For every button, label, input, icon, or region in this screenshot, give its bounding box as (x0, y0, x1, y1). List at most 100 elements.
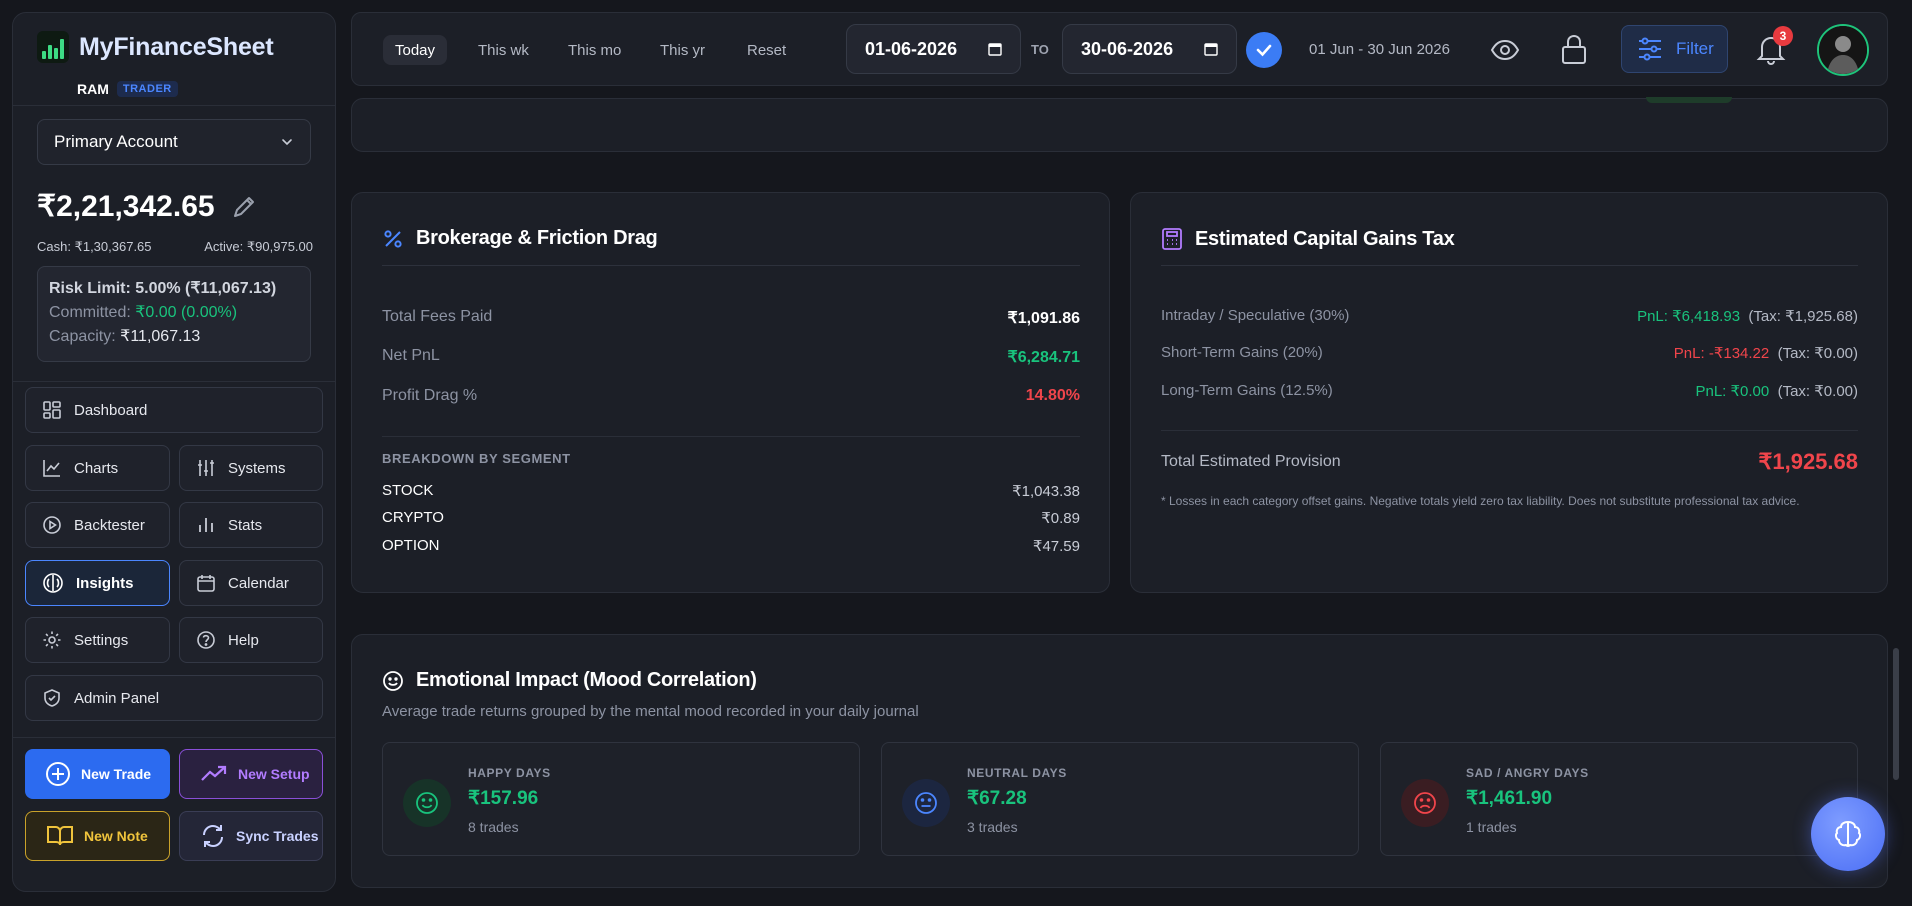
breakdown-title: BREAKDOWN BY SEGMENT (382, 451, 571, 466)
new-trade-button[interactable]: New Trade (25, 749, 170, 799)
new-note-button[interactable]: New Note (25, 811, 170, 861)
tab-today[interactable]: Today (383, 35, 448, 65)
total-provision-row: Total Estimated Provision ₹1,925.68 (1161, 449, 1858, 474)
nav-systems[interactable]: Systems (179, 445, 323, 491)
risk-box: Risk Limit: 5.00% (₹11,067.13) Committed… (37, 266, 311, 362)
tax-row: Long-Term Gains (12.5%) PnL: ₹0.00 (Tax:… (1161, 382, 1858, 400)
nav-charts[interactable]: Charts (25, 445, 170, 491)
divider (382, 436, 1080, 437)
capacity-row: Capacity: ₹11,067.13 (49, 328, 201, 345)
tax-row: Intraday / Speculative (30%) PnL: ₹6,418… (1161, 307, 1858, 325)
chart-logo-icon (37, 31, 69, 63)
tax-row: Short-Term Gains (20%) PnL: -₹134.22 (Ta… (1161, 344, 1858, 362)
role-badge: TRADER (116, 81, 178, 97)
divider (382, 265, 1080, 266)
tab-this-month[interactable]: This mo (556, 35, 633, 65)
page-scrollbar[interactable] (1893, 648, 1899, 780)
mood-title: Emotional Impact (Mood Correlation) (382, 669, 757, 692)
calculator-icon (1162, 228, 1182, 250)
percent-icon (384, 229, 402, 248)
from-date-input[interactable]: 01-06-2026 (846, 24, 1021, 74)
eye-icon[interactable] (1490, 35, 1520, 65)
sync-trades-button[interactable]: Sync Trades (179, 811, 323, 861)
divider (13, 737, 335, 738)
ai-assistant-button[interactable] (1811, 797, 1885, 871)
mood-subtitle: Average trade returns grouped by the men… (382, 703, 919, 720)
calendar-small-icon[interactable] (988, 42, 1002, 56)
smile-icon (383, 670, 403, 691)
filter-sliders-icon (1639, 37, 1661, 61)
segment-row: OPTION ₹47.59 (382, 537, 1080, 555)
tax-disclaimer: * Losses in each category offset gains. … (1161, 494, 1800, 508)
help-circle-icon (197, 631, 215, 649)
date-range-text: 01 Jun - 30 Jun 2026 (1309, 41, 1450, 58)
nav-dashboard[interactable]: Dashboard (25, 387, 323, 433)
nav-insights[interactable]: Insights (25, 560, 170, 606)
divider (1161, 265, 1858, 266)
nav-calendar[interactable]: Calendar (179, 560, 323, 606)
chevron-down-icon (282, 139, 292, 146)
apply-date-button[interactable] (1246, 32, 1282, 68)
committed-row: Committed: ₹0.00 (0.00%) (49, 304, 238, 321)
cash-value: Cash: ₹1,30,367.65 (37, 239, 152, 254)
risk-limit: Risk Limit: 5.00% (₹11,067.13) (49, 280, 277, 297)
calendar-small-icon[interactable] (1204, 42, 1218, 56)
gear-icon (43, 631, 61, 649)
happy-face-icon (403, 779, 451, 827)
lock-icon[interactable] (1560, 33, 1588, 65)
net-pnl-row: Net PnL ₹6,284.71 (382, 347, 1080, 366)
tab-reset[interactable]: Reset (735, 35, 798, 65)
top-bar: Today This wk This mo This yr Reset 01-0… (351, 12, 1888, 86)
divider (13, 381, 335, 382)
sliders-icon (198, 460, 214, 476)
account-balance: ₹2,21,342.65 (37, 190, 215, 223)
dashboard-grid-icon (43, 401, 61, 419)
calendar-icon (197, 575, 215, 592)
active-value: Active: ₹90,975.00 (204, 239, 313, 254)
tax-title: Estimated Capital Gains Tax (1161, 227, 1455, 251)
tax-panel: Estimated Capital Gains Tax Intraday / S… (1130, 192, 1888, 593)
filter-button[interactable]: Filter (1621, 25, 1728, 73)
new-setup-button[interactable]: New Setup (179, 749, 323, 799)
account-select[interactable]: Primary Account (37, 119, 311, 165)
trending-up-icon (201, 765, 227, 781)
user-name: RAM (77, 81, 109, 97)
capacity-value: ₹11,067.13 (120, 328, 201, 345)
mood-card-neutral: NEUTRAL DAYS ₹67.28 3 trades (881, 742, 1359, 856)
nav-stats[interactable]: Stats (179, 502, 323, 548)
avatar[interactable] (1817, 24, 1869, 76)
user-info: RAM TRADER (77, 81, 178, 97)
segment-row: CRYPTO ₹0.89 (382, 509, 1080, 527)
notification-count-badge: 3 (1773, 26, 1793, 46)
neutral-face-icon (902, 779, 950, 827)
divider (1161, 430, 1858, 431)
tab-this-year[interactable]: This yr (648, 35, 717, 65)
brand[interactable]: MyFinanceSheet (37, 31, 274, 63)
sidebar: MyFinanceSheet RAM TRADER Primary Accoun… (12, 12, 336, 892)
nav-backtester[interactable]: Backtester (25, 502, 170, 548)
to-label: TO (1031, 42, 1049, 57)
committed-value: ₹0.00 (0.00%) (135, 304, 238, 321)
check-icon (1256, 44, 1272, 57)
segment-row: STOCK ₹1,043.38 (382, 482, 1080, 500)
fees-row: Total Fees Paid ₹1,091.86 (382, 308, 1080, 327)
sad-face-icon (1401, 779, 1449, 827)
nav-admin-panel[interactable]: Admin Panel (25, 675, 323, 721)
book-open-icon (47, 826, 73, 846)
account-select-value: Primary Account (54, 132, 178, 151)
brokerage-title: Brokerage & Friction Drag (382, 227, 658, 250)
nav-settings[interactable]: Settings (25, 617, 170, 663)
mood-card-happy: HAPPY DAYS ₹157.96 8 trades (382, 742, 860, 856)
balance-row: ₹2,21,342.65 (37, 189, 259, 224)
profit-drag-row: Profit Drag % 14.80% (382, 387, 1080, 404)
plus-circle-icon (46, 762, 70, 786)
user-avatar-icon (1819, 26, 1867, 74)
play-circle-icon (43, 516, 61, 534)
tab-this-week[interactable]: This wk (466, 35, 541, 65)
to-date-input[interactable]: 30-06-2026 (1062, 24, 1237, 74)
previous-panel-bottom (351, 97, 1888, 152)
nav-help[interactable]: Help (179, 617, 323, 663)
app-title: MyFinanceSheet (79, 32, 274, 61)
sync-arrows-icon (203, 824, 223, 848)
edit-pencil-icon[interactable] (229, 192, 259, 222)
